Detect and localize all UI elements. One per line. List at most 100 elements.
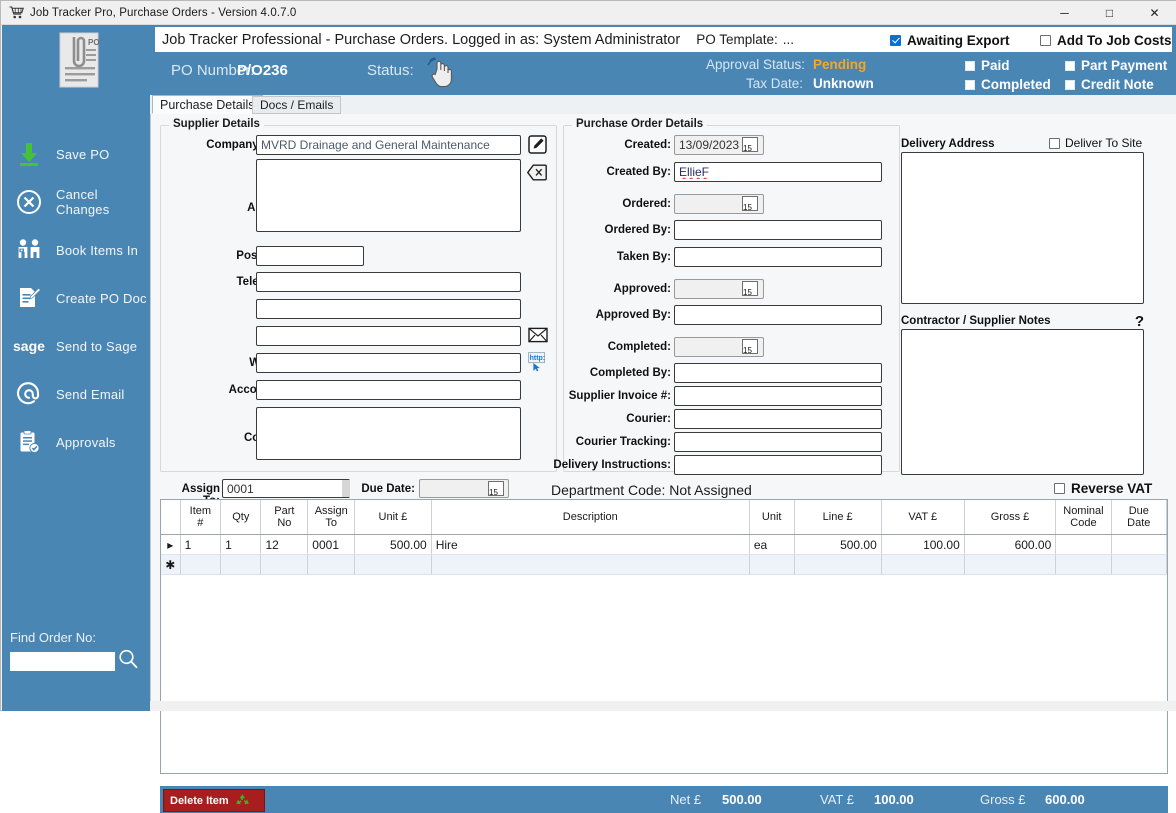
grid-col-vat[interactable]: VAT £ <box>881 500 965 535</box>
window-title: Job Tracker Pro, Purchase Orders - Versi… <box>30 6 297 19</box>
new-cell-unit-price[interactable] <box>354 554 432 575</box>
envelope-icon[interactable] <box>528 327 548 348</box>
grid-col-line[interactable]: Line £ <box>794 500 882 535</box>
assign-to-dropdown-arrow[interactable] <box>342 480 350 497</box>
add-to-job-costs-checkbox[interactable]: Add To Job Costs <box>1040 33 1172 48</box>
website-input[interactable] <box>256 353 521 373</box>
cell-qty[interactable]: 1 <box>220 534 262 555</box>
grid-col-nominal-code[interactable]: Nominal Code <box>1055 500 1112 535</box>
new-cell-qty[interactable] <box>220 554 262 575</box>
new-cell-nominal-code[interactable] <box>1055 554 1112 575</box>
sidebar-item-send-email[interactable]: Send Email <box>2 370 150 418</box>
cell-nominal-code[interactable] <box>1055 534 1112 555</box>
approved-by-input[interactable] <box>674 305 882 325</box>
delivery-address-textarea[interactable] <box>901 152 1144 304</box>
cell-unit[interactable]: ea <box>749 534 795 555</box>
courier-input[interactable] <box>674 409 882 429</box>
grid-col-item[interactable]: Item # <box>180 500 222 535</box>
cell-due-date[interactable] <box>1111 534 1168 555</box>
minimize-button[interactable]: ─ <box>1042 1 1087 24</box>
taken-by-input[interactable] <box>674 247 882 267</box>
new-cell-assign-to[interactable] <box>307 554 356 575</box>
courier-tracking-input[interactable] <box>674 432 882 452</box>
sidebar-item-book-items-in[interactable]: Book Items In <box>2 226 150 274</box>
new-cell-unit[interactable] <box>749 554 795 575</box>
cell-line[interactable]: 500.00 <box>794 534 882 555</box>
tab-purchase-details[interactable]: Purchase Details <box>152 95 263 114</box>
close-button[interactable]: ✕ <box>1132 1 1176 24</box>
sidebar-item-create-po-doc[interactable]: Create PO Doc <box>2 274 150 322</box>
address-textarea[interactable] <box>256 159 521 232</box>
http-link-icon[interactable]: http: <box>528 352 548 377</box>
items-grid[interactable]: Item # Qty Part No Assign To Unit £ Descrip… <box>160 499 1168 774</box>
new-cell-line[interactable] <box>794 554 882 575</box>
account-no-input[interactable] <box>256 380 521 400</box>
grid-col-part-no[interactable]: Part No <box>260 500 309 535</box>
cell-gross[interactable]: 600.00 <box>964 534 1057 555</box>
completed-checkbox[interactable]: Completed <box>965 77 1051 92</box>
reverse-vat-checkbox[interactable]: Reverse VAT <box>1054 481 1152 496</box>
cell-part-no[interactable]: 12 <box>260 534 309 555</box>
help-icon[interactable]: ? <box>1126 313 1144 330</box>
cell-assign-to[interactable]: 0001 <box>307 534 356 555</box>
post-code-input[interactable] <box>256 246 364 266</box>
cell-unit-price[interactable]: 500.00 <box>354 534 432 555</box>
sidebar-item-cancel-changes[interactable]: Cancel Changes <box>2 178 150 226</box>
sidebar-item-approvals[interactable]: Approvals <box>2 418 150 466</box>
grid-col-qty[interactable]: Qty <box>220 500 262 535</box>
contractor-notes-textarea[interactable] <box>901 329 1144 475</box>
sidebar-item-save-po[interactable]: Save PO <box>2 130 150 178</box>
new-cell-description[interactable] <box>431 554 750 575</box>
telephone-input[interactable] <box>256 272 521 292</box>
grid-header-row: Item # Qty Part No Assign To Unit £ Descrip… <box>161 500 1168 535</box>
table-new-row[interactable]: ✱ <box>161 554 1168 575</box>
created-by-input[interactable] <box>674 162 882 182</box>
paid-checkbox[interactable]: Paid <box>965 58 1010 73</box>
email-input[interactable] <box>256 326 521 346</box>
ordered-by-input[interactable] <box>674 220 882 240</box>
cell-item[interactable]: 1 <box>180 534 222 555</box>
tab-docs-emails[interactable]: Docs / Emails <box>252 96 342 114</box>
delivery-instructions-input[interactable] <box>674 455 882 475</box>
part-payment-checkbox[interactable]: Part Payment <box>1065 58 1167 73</box>
delete-item-button[interactable]: Delete Item <box>163 789 265 812</box>
grid-col-unit-price[interactable]: Unit £ <box>354 500 432 535</box>
magnifier-icon[interactable] <box>117 648 139 675</box>
courier-tracking-label: Courier Tracking: <box>575 436 671 448</box>
supplier-invoice-input[interactable] <box>674 386 882 406</box>
find-order-input[interactable] <box>10 652 115 671</box>
grid-col-description[interactable]: Description <box>431 500 750 535</box>
calendar-icon[interactable]: 15 <box>488 481 504 496</box>
grid-col-unit[interactable]: Unit <box>749 500 795 535</box>
calendar-icon[interactable]: 15 <box>742 137 758 152</box>
new-cell-vat[interactable] <box>881 554 965 575</box>
new-cell-gross[interactable] <box>964 554 1057 575</box>
mobile-input[interactable] <box>256 299 521 319</box>
new-cell-part-no[interactable] <box>260 554 309 575</box>
new-cell-due-date[interactable] <box>1111 554 1168 575</box>
contacts-textarea[interactable] <box>256 407 521 460</box>
cell-vat[interactable]: 100.00 <box>881 534 965 555</box>
deliver-to-site-label: Deliver To Site <box>1065 136 1143 150</box>
calendar-icon[interactable]: 15 <box>742 196 758 211</box>
pencil-square-icon[interactable] <box>528 135 547 159</box>
company-name-input[interactable] <box>256 135 521 155</box>
awaiting-export-checkbox[interactable]: Awaiting Export <box>890 33 1010 48</box>
grid-col-due-date[interactable]: Due Date <box>1111 500 1168 535</box>
deliver-to-site-checkbox[interactable]: Deliver To Site <box>1049 136 1142 150</box>
grid-col-assign-to[interactable]: Assign To <box>307 500 356 535</box>
maximize-button[interactable]: □ <box>1087 1 1132 24</box>
po-template-value[interactable]: ... <box>783 32 794 47</box>
assign-to-input[interactable] <box>222 479 350 498</box>
completed-by-input[interactable] <box>674 363 882 383</box>
calendar-icon[interactable]: 15 <box>742 339 758 354</box>
sidebar-item-send-to-sage[interactable]: sage Send to Sage <box>2 322 150 370</box>
table-row[interactable]: ▸ 1 1 12 0001 500.00 Hire ea 500.00 100.… <box>161 534 1168 555</box>
new-cell-item[interactable] <box>180 554 222 575</box>
credit-note-checkbox[interactable]: Credit Note <box>1065 77 1154 92</box>
sidebar-item-label: Approvals <box>56 434 116 450</box>
cell-description[interactable]: Hire <box>431 534 750 555</box>
grid-col-gross[interactable]: Gross £ <box>964 500 1057 535</box>
backspace-x-icon[interactable] <box>526 164 547 186</box>
calendar-icon[interactable]: 15 <box>742 281 758 296</box>
